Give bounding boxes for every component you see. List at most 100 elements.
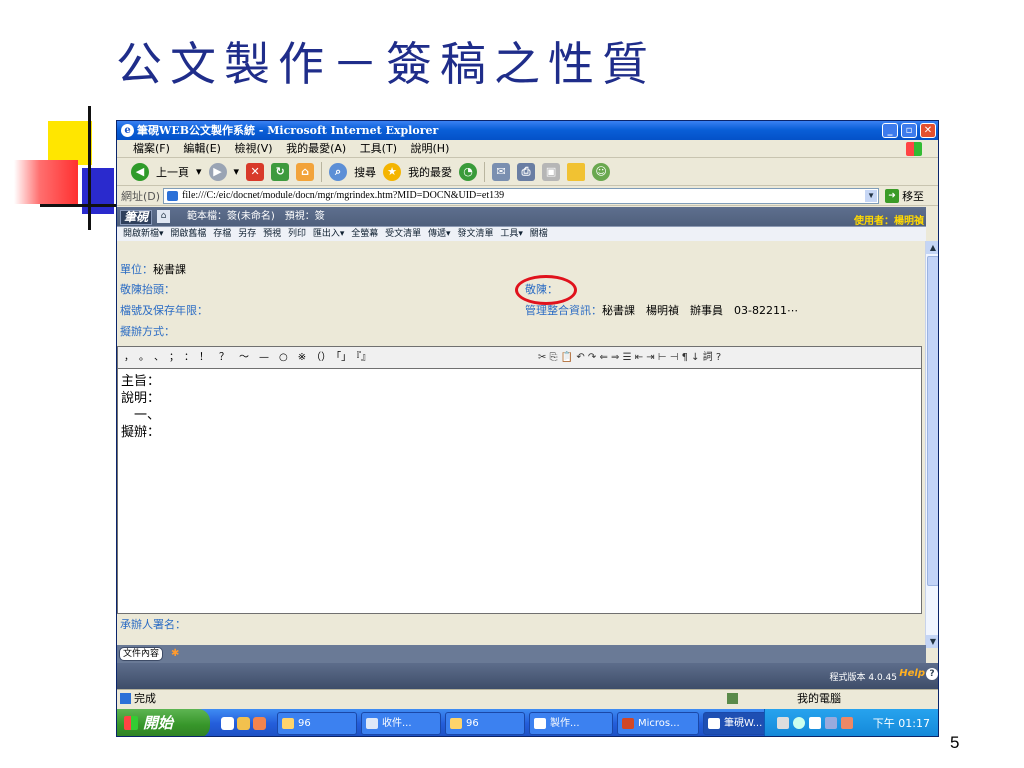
- menu-help[interactable]: 說明(H): [411, 142, 450, 155]
- app-home-icon[interactable]: ⌂: [157, 210, 170, 223]
- version-text: 程式版本 4.0.45: [829, 673, 898, 683]
- app-new-file-button[interactable]: 開啟新檔▾: [123, 229, 164, 239]
- user-label: 使用者：楊明禎: [854, 216, 924, 227]
- help-icon[interactable]: ?: [926, 668, 938, 680]
- deco-vertical-line: [88, 106, 91, 230]
- sun-icon[interactable]: ✱: [171, 648, 179, 659]
- history-icon[interactable]: ◔: [459, 162, 478, 181]
- forward-arrow-icon[interactable]: ▶: [208, 162, 227, 181]
- item-one-line: 一、: [121, 408, 161, 423]
- edit-icon[interactable]: ▣: [542, 162, 561, 181]
- app-dispatch-list-button[interactable]: 發文清單: [457, 229, 493, 239]
- menu-view[interactable]: 檢視(V): [234, 142, 272, 155]
- browser-toolbar: ◀ 上一頁 ▾ ▶ ▾ ✕ ↻ ⌂ ⌕ 搜尋 ★ 我的最愛 ◔ ✉ ⎙ ▣ ☺: [117, 158, 938, 186]
- back-dropdown-icon[interactable]: ▾: [196, 165, 202, 178]
- document-editor[interactable]: ， 。 、 ； ： ！ ？ ～ — ○ ※ （） 「」 『』 ✂ ⎘ 📋 ↶ ↷…: [117, 346, 922, 614]
- scroll-down-icon[interactable]: ▼: [926, 635, 938, 648]
- app-recipient-list-button[interactable]: 受文清單: [385, 229, 421, 239]
- toolbar-separator: [321, 161, 323, 182]
- quicklaunch-ie-icon[interactable]: [221, 717, 234, 730]
- address-bar: 網址(D) file:///C:/eic/docnet/module/docn/…: [117, 186, 938, 206]
- app-tools-button[interactable]: 工具▾: [500, 229, 523, 239]
- forward-dropdown-icon[interactable]: ▾: [234, 165, 240, 178]
- taskbar-inbox[interactable]: 收件...: [361, 712, 441, 735]
- address-dropdown-icon[interactable]: ▼: [865, 189, 878, 202]
- help-link[interactable]: Help: [899, 668, 925, 679]
- app-footer-bar: 文件內容 ✱: [117, 645, 926, 663]
- header-label[interactable]: 敬陳抬頭：: [120, 283, 175, 296]
- antivirus-icon[interactable]: [841, 717, 853, 729]
- app-save-as-button[interactable]: 另存: [238, 229, 256, 239]
- address-label: 網址(D): [121, 189, 161, 203]
- tray-clock[interactable]: 下午 01:17: [873, 709, 930, 736]
- keyboard-icon[interactable]: [777, 717, 789, 729]
- template-title: 範本檔：簽(未命名) 預視：簽: [187, 211, 325, 222]
- app-logo: 筆硯: [120, 210, 153, 225]
- taskbar-folder-96-a[interactable]: 96: [277, 712, 357, 735]
- app-open-file-button[interactable]: 開啟舊檔: [170, 229, 206, 239]
- menu-file[interactable]: 檔案(F): [133, 142, 170, 155]
- signer-label[interactable]: 承辦人署名：: [120, 618, 186, 631]
- ime-icon[interactable]: [809, 717, 821, 729]
- refresh-icon[interactable]: ↻: [271, 162, 290, 181]
- mail-icon[interactable]: ✉: [492, 162, 511, 181]
- go-button[interactable]: 移至: [902, 188, 924, 204]
- taskbar-production[interactable]: 製作...: [529, 712, 613, 735]
- start-button[interactable]: 開始: [117, 709, 210, 736]
- print-icon[interactable]: ⎙: [517, 162, 536, 181]
- app-fullscreen-button[interactable]: 全螢幕: [351, 229, 378, 239]
- app-print-button[interactable]: 列印: [288, 229, 306, 239]
- task-label: Micros...: [638, 718, 680, 729]
- quicklaunch-media-icon[interactable]: [253, 717, 266, 730]
- search-button[interactable]: 搜尋: [354, 164, 376, 180]
- app-close-file-button[interactable]: 關檔: [530, 229, 548, 239]
- volume-icon[interactable]: [825, 717, 837, 729]
- app-import-export-button[interactable]: 匯出入▾: [313, 229, 345, 239]
- favorites-star-icon[interactable]: ★: [383, 162, 402, 181]
- method-label[interactable]: 擬辦方式：: [120, 325, 175, 338]
- punctuation-buttons[interactable]: ， 。 、 ； ： ！ ？ ～ — ○ ※ （） 「」 『』: [124, 352, 371, 363]
- editor-format-buttons[interactable]: ✂ ⎘ 📋 ↶ ↷ ⇐ ⇒ ☰ ⇤ ⇥ ⊢ ⊣ ¶ ↓ 詞 ?: [538, 347, 721, 369]
- deco-red-square: [14, 160, 78, 204]
- quicklaunch-mail-icon[interactable]: [237, 717, 250, 730]
- taskbar-folder-96-b[interactable]: 96: [445, 712, 525, 735]
- header-row: 敬陳抬頭：: [120, 282, 175, 298]
- minimize-button[interactable]: _: [882, 123, 898, 138]
- archive-label[interactable]: 檔號及保存年限：: [120, 304, 208, 317]
- back-button[interactable]: 上一頁: [156, 164, 189, 180]
- window-title-bar[interactable]: e 筆硯WEB公文製作系統 - Microsoft Internet Explo…: [117, 121, 938, 140]
- browser-window: e 筆硯WEB公文製作系統 - Microsoft Internet Explo…: [116, 120, 939, 737]
- app-save-button[interactable]: 存檔: [213, 229, 231, 239]
- maximize-button[interactable]: ▫: [901, 123, 917, 138]
- deco-horizontal-line: [40, 204, 124, 207]
- toolbar-separator: [484, 161, 486, 182]
- back-arrow-icon[interactable]: ◀: [131, 162, 149, 181]
- editor-body[interactable]: 主旨： 說明： 一、 擬辦：: [121, 373, 160, 441]
- address-input[interactable]: file:///C:/eic/docnet/module/docn/mgr/mg…: [163, 187, 880, 204]
- scroll-up-icon[interactable]: ▲: [926, 241, 938, 254]
- windows-flag-icon: [124, 716, 138, 730]
- taskbar-powerpoint[interactable]: Micros...: [617, 712, 699, 735]
- mgmt-label[interactable]: 管理整合資訊：: [525, 304, 602, 317]
- scroll-thumb[interactable]: [927, 256, 938, 586]
- menu-favorites[interactable]: 我的最愛(A): [286, 142, 346, 155]
- folder-icon[interactable]: [567, 162, 586, 181]
- go-arrow-icon[interactable]: ➜: [885, 188, 900, 203]
- highlight-circle: [515, 275, 577, 305]
- menu-bar: 檔案(F) 編輯(E) 檢視(V) 我的最愛(A) 工具(T) 說明(H): [117, 140, 938, 158]
- search-icon[interactable]: ⌕: [329, 162, 348, 181]
- menu-tools[interactable]: 工具(T): [360, 142, 397, 155]
- home-icon[interactable]: ⌂: [296, 162, 315, 181]
- close-button[interactable]: ✕: [920, 123, 936, 138]
- favorites-button[interactable]: 我的最愛: [408, 164, 452, 180]
- menu-edit[interactable]: 編輯(E): [183, 142, 221, 155]
- unit-value[interactable]: 秘書課: [153, 263, 186, 276]
- slide-title: 公文製作－簽稿之性質: [116, 37, 656, 91]
- app-preview-button[interactable]: 預視: [263, 229, 281, 239]
- app-transfer-button[interactable]: 傳遞▾: [428, 229, 451, 239]
- stop-icon[interactable]: ✕: [246, 162, 265, 181]
- page-scrollbar[interactable]: ▲ ▼: [925, 241, 938, 648]
- help-tray-icon[interactable]: [793, 717, 805, 729]
- messenger-icon[interactable]: ☺: [592, 162, 611, 181]
- document-content-tab[interactable]: 文件內容: [119, 647, 164, 661]
